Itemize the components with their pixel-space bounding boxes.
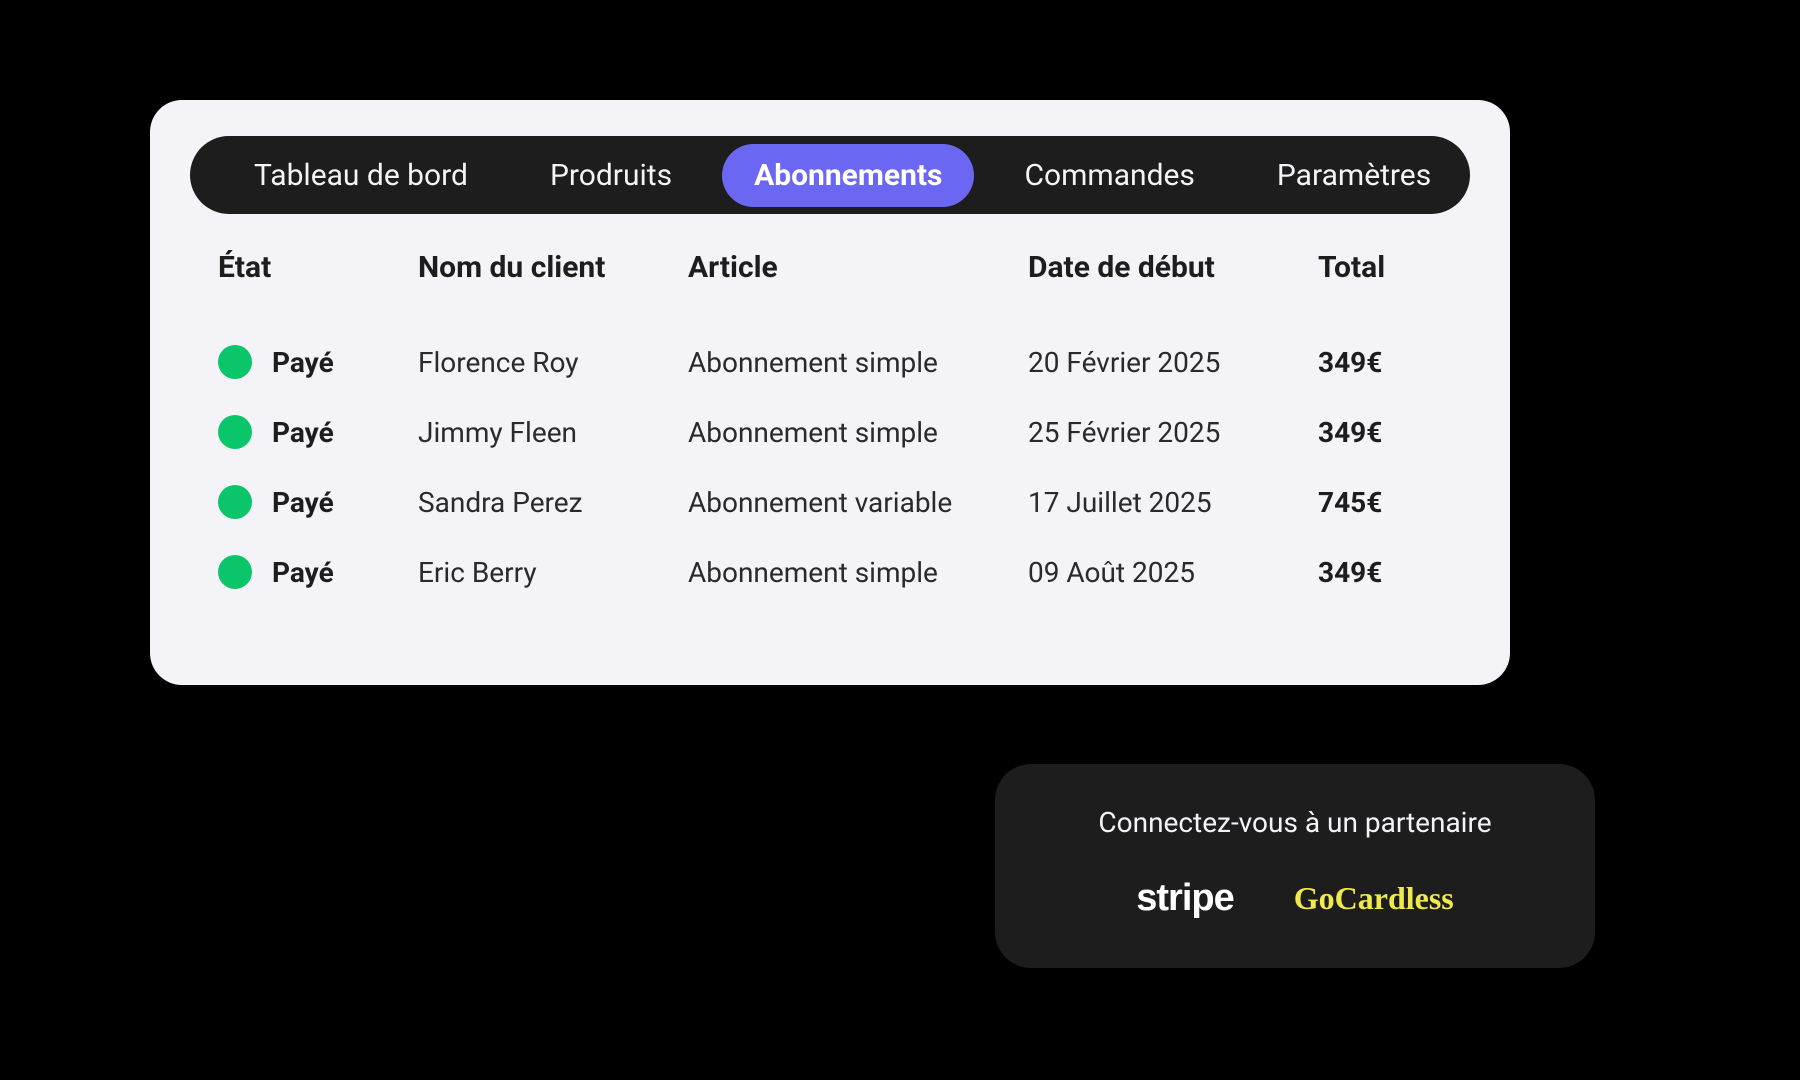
total: 745€ [1318, 486, 1458, 519]
article: Abonnement simple [688, 416, 1028, 449]
total: 349€ [1318, 346, 1458, 379]
header-client: Nom du client [418, 250, 688, 285]
partner-connect-box: Connectez-vous à un partenaire stripe Go… [995, 764, 1595, 968]
subscriptions-table: État Nom du client Article Date de début… [190, 250, 1470, 589]
status-dot-icon [218, 555, 252, 589]
start-date: 17 Juillet 2025 [1028, 486, 1318, 519]
status-dot-icon [218, 345, 252, 379]
main-card: Tableau de bord Prodruits Abonnements Co… [150, 100, 1510, 685]
article: Abonnement simple [688, 556, 1028, 589]
nav-parametres[interactable]: Paramètres [1245, 144, 1463, 207]
gocardless-logo[interactable]: GoCardless [1294, 880, 1454, 917]
table-row[interactable]: Payé Sandra Perez Abonnement variable 17… [218, 485, 1442, 519]
nav-commandes[interactable]: Commandes [992, 144, 1226, 207]
article: Abonnement simple [688, 346, 1028, 379]
client-name: Eric Berry [418, 556, 688, 589]
table-row[interactable]: Payé Jimmy Fleen Abonnement simple 25 Fé… [218, 415, 1442, 449]
total: 349€ [1318, 556, 1458, 589]
table-row[interactable]: Payé Florence Roy Abonnement simple 20 F… [218, 345, 1442, 379]
start-date: 09 Août 2025 [1028, 556, 1318, 589]
status-text: Payé [272, 486, 334, 519]
client-name: Jimmy Fleen [418, 416, 688, 449]
article: Abonnement variable [688, 486, 1028, 519]
table-row[interactable]: Payé Eric Berry Abonnement simple 09 Aoû… [218, 555, 1442, 589]
status-text: Payé [272, 556, 334, 589]
header-article: Article [688, 250, 1028, 285]
header-total: Total [1318, 250, 1458, 285]
header-status: État [218, 250, 418, 285]
status-cell: Payé [218, 555, 418, 589]
status-dot-icon [218, 415, 252, 449]
nav-tableau-de-bord[interactable]: Tableau de bord [222, 144, 500, 207]
status-cell: Payé [218, 415, 418, 449]
status-text: Payé [272, 416, 334, 449]
start-date: 25 Février 2025 [1028, 416, 1318, 449]
navbar: Tableau de bord Prodruits Abonnements Co… [190, 136, 1470, 214]
client-name: Florence Roy [418, 346, 688, 379]
stripe-logo[interactable]: stripe [1136, 877, 1233, 920]
nav-prodruits[interactable]: Prodruits [518, 144, 704, 207]
start-date: 20 Février 2025 [1028, 346, 1318, 379]
partner-title: Connectez-vous à un partenaire [1043, 806, 1547, 839]
nav-abonnements[interactable]: Abonnements [722, 144, 974, 207]
status-cell: Payé [218, 345, 418, 379]
partner-logos: stripe GoCardless [1043, 877, 1547, 920]
client-name: Sandra Perez [418, 486, 688, 519]
header-start-date: Date de début [1028, 250, 1318, 285]
status-dot-icon [218, 485, 252, 519]
table-header-row: État Nom du client Article Date de début… [218, 250, 1442, 285]
total: 349€ [1318, 416, 1458, 449]
status-cell: Payé [218, 485, 418, 519]
status-text: Payé [272, 346, 334, 379]
